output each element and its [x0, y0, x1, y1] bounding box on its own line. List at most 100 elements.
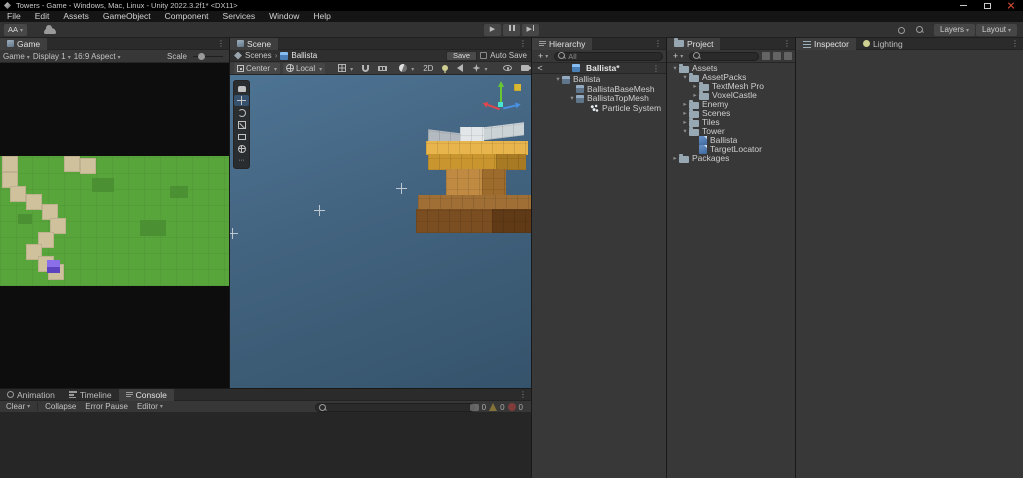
move-tool-button[interactable] [234, 95, 249, 106]
expand-arrow[interactable]: ▾ [681, 127, 689, 136]
draw-mode-dropdown[interactable] [396, 63, 417, 74]
cloud-services-icon[interactable] [44, 25, 56, 34]
tab-timeline[interactable]: Timeline [62, 389, 119, 401]
project-item[interactable]: ▸ Tiles [667, 117, 795, 127]
menu-assets[interactable]: Assets [56, 11, 96, 22]
rotate-tool-button[interactable] [234, 107, 249, 118]
close-button[interactable] [999, 0, 1023, 11]
expand-arrow[interactable]: ▸ [681, 100, 689, 109]
menu-gameobject[interactable]: GameObject [96, 11, 158, 22]
play-button[interactable]: ▶ [484, 24, 501, 36]
prefab-root-name[interactable]: Ballista* [586, 63, 620, 73]
scale-tool-button[interactable] [234, 119, 249, 130]
project-item[interactable]: ▸ TextMesh Pro [667, 81, 795, 91]
error-pause-toggle[interactable]: Error Pause [81, 401, 132, 413]
account-button[interactable]: AA [4, 24, 28, 36]
tab-animation[interactable]: Animation [0, 389, 62, 401]
project-item[interactable]: ▸ Packages [667, 153, 795, 163]
expand-arrow[interactable]: ▸ [681, 118, 689, 127]
project-item[interactable]: ▸ VoxelCastle [667, 90, 795, 100]
maximize-button[interactable] [975, 0, 999, 11]
menu-help[interactable]: Help [306, 11, 337, 22]
hierarchy-item[interactable]: ▾ Ballista [532, 75, 666, 85]
snap-increment-button[interactable] [359, 63, 372, 74]
expand-arrow[interactable]: ▸ [691, 91, 699, 100]
expand-arrow[interactable]: ▾ [554, 75, 562, 85]
scene-visibility-toggle[interactable] [500, 63, 515, 74]
pivot-toggle[interactable]: Center [234, 62, 281, 74]
breadcrumb-scene[interactable]: Scenes [245, 51, 272, 60]
info-messages-icon[interactable] [469, 403, 479, 411]
panel-menu-icon[interactable] [515, 390, 531, 399]
panel-menu-icon[interactable] [1007, 39, 1023, 48]
scale-slider-knob[interactable] [198, 52, 205, 60]
hierarchy-item[interactable]: ▾ BallistaTopMesh [532, 94, 666, 104]
prefab-menu-icon[interactable] [648, 64, 664, 73]
move-gizmo[interactable] [485, 80, 519, 114]
console-search-input[interactable] [329, 403, 471, 412]
auto-save-checkbox[interactable] [480, 52, 488, 59]
game-mode-dropdown[interactable]: Game [3, 52, 30, 61]
measure-button[interactable] [375, 63, 390, 74]
expand-arrow[interactable]: ▸ [681, 109, 689, 118]
search-by-type-icon[interactable] [762, 52, 770, 60]
clear-button[interactable]: Clear [2, 401, 34, 413]
grid-snap-button[interactable] [335, 63, 356, 74]
tab-inspector[interactable]: Inspector [796, 37, 856, 50]
minimize-button[interactable] [951, 0, 975, 11]
pause-button[interactable] [503, 24, 520, 36]
tab-console[interactable]: Console [118, 388, 174, 401]
warning-messages-icon[interactable] [489, 403, 498, 411]
layout-dropdown[interactable]: Layout [976, 24, 1018, 36]
add-gameobject-button[interactable] [535, 51, 551, 61]
tab-game[interactable]: Game [0, 37, 48, 50]
error-messages-icon[interactable] [507, 403, 516, 411]
project-item[interactable]: ▸ Scenes [667, 108, 795, 118]
game-view[interactable] [0, 63, 229, 388]
project-item[interactable]: Ballista [667, 136, 795, 145]
undo-history-icon[interactable] [898, 27, 905, 34]
view-tool-button[interactable] [234, 83, 249, 94]
expand-arrow[interactable]: ▾ [568, 94, 576, 104]
expand-arrow[interactable]: ▾ [671, 64, 679, 73]
menu-component[interactable]: Component [158, 11, 216, 22]
aspect-dropdown[interactable]: 16:9 Aspect [74, 52, 121, 61]
tab-hierarchy[interactable]: Hierarchy [532, 37, 593, 50]
collapse-toggle[interactable]: Collapse [41, 401, 80, 413]
hierarchy-item[interactable]: BallistaBaseMesh [532, 85, 666, 95]
orientation-toggle[interactable]: Local [283, 62, 326, 74]
transform-tool-button[interactable] [234, 143, 249, 154]
panel-menu-icon[interactable] [515, 39, 531, 48]
panel-menu-icon[interactable] [650, 39, 666, 48]
expand-arrow[interactable]: ▸ [691, 82, 699, 91]
editor-dropdown[interactable]: Editor [133, 401, 167, 413]
project-item[interactable]: ▾ AssetPacks [667, 72, 795, 82]
project-item[interactable]: TargetLocator [667, 145, 795, 154]
project-item[interactable]: ▾ Assets [667, 63, 795, 73]
save-prefab-button[interactable]: Save [445, 50, 478, 61]
scene-lighting-toggle[interactable] [439, 63, 451, 74]
project-item[interactable]: ▾ Tower [667, 126, 795, 136]
gizmo-z-axis[interactable] [502, 104, 517, 110]
tab-project[interactable]: Project [667, 37, 721, 50]
display-dropdown[interactable]: Display 1 [33, 52, 71, 61]
layers-dropdown[interactable]: Layers [934, 24, 976, 36]
gizmo-center-handle[interactable] [498, 102, 503, 107]
scale-slider[interactable] [193, 52, 223, 60]
menu-file[interactable]: File [0, 11, 28, 22]
panel-menu-icon[interactable] [213, 39, 229, 48]
custom-tool-button[interactable]: ⋯ [234, 155, 249, 166]
console-log-area[interactable] [0, 413, 531, 478]
panel-menu-icon[interactable] [779, 39, 795, 48]
hierarchy-item[interactable]: Particle System [532, 104, 666, 114]
effects-dropdown[interactable] [469, 63, 490, 74]
tab-scene[interactable]: Scene [230, 37, 279, 50]
tab-lighting[interactable]: Lighting [856, 38, 910, 50]
scene-audio-toggle[interactable] [454, 63, 466, 74]
expand-arrow[interactable]: ▸ [671, 154, 679, 163]
rect-tool-button[interactable] [234, 131, 249, 142]
expand-arrow[interactable]: ▾ [681, 73, 689, 82]
menu-services[interactable]: Services [216, 11, 263, 22]
favorites-icon[interactable] [784, 52, 792, 60]
project-item[interactable]: ▸ Enemy [667, 99, 795, 109]
